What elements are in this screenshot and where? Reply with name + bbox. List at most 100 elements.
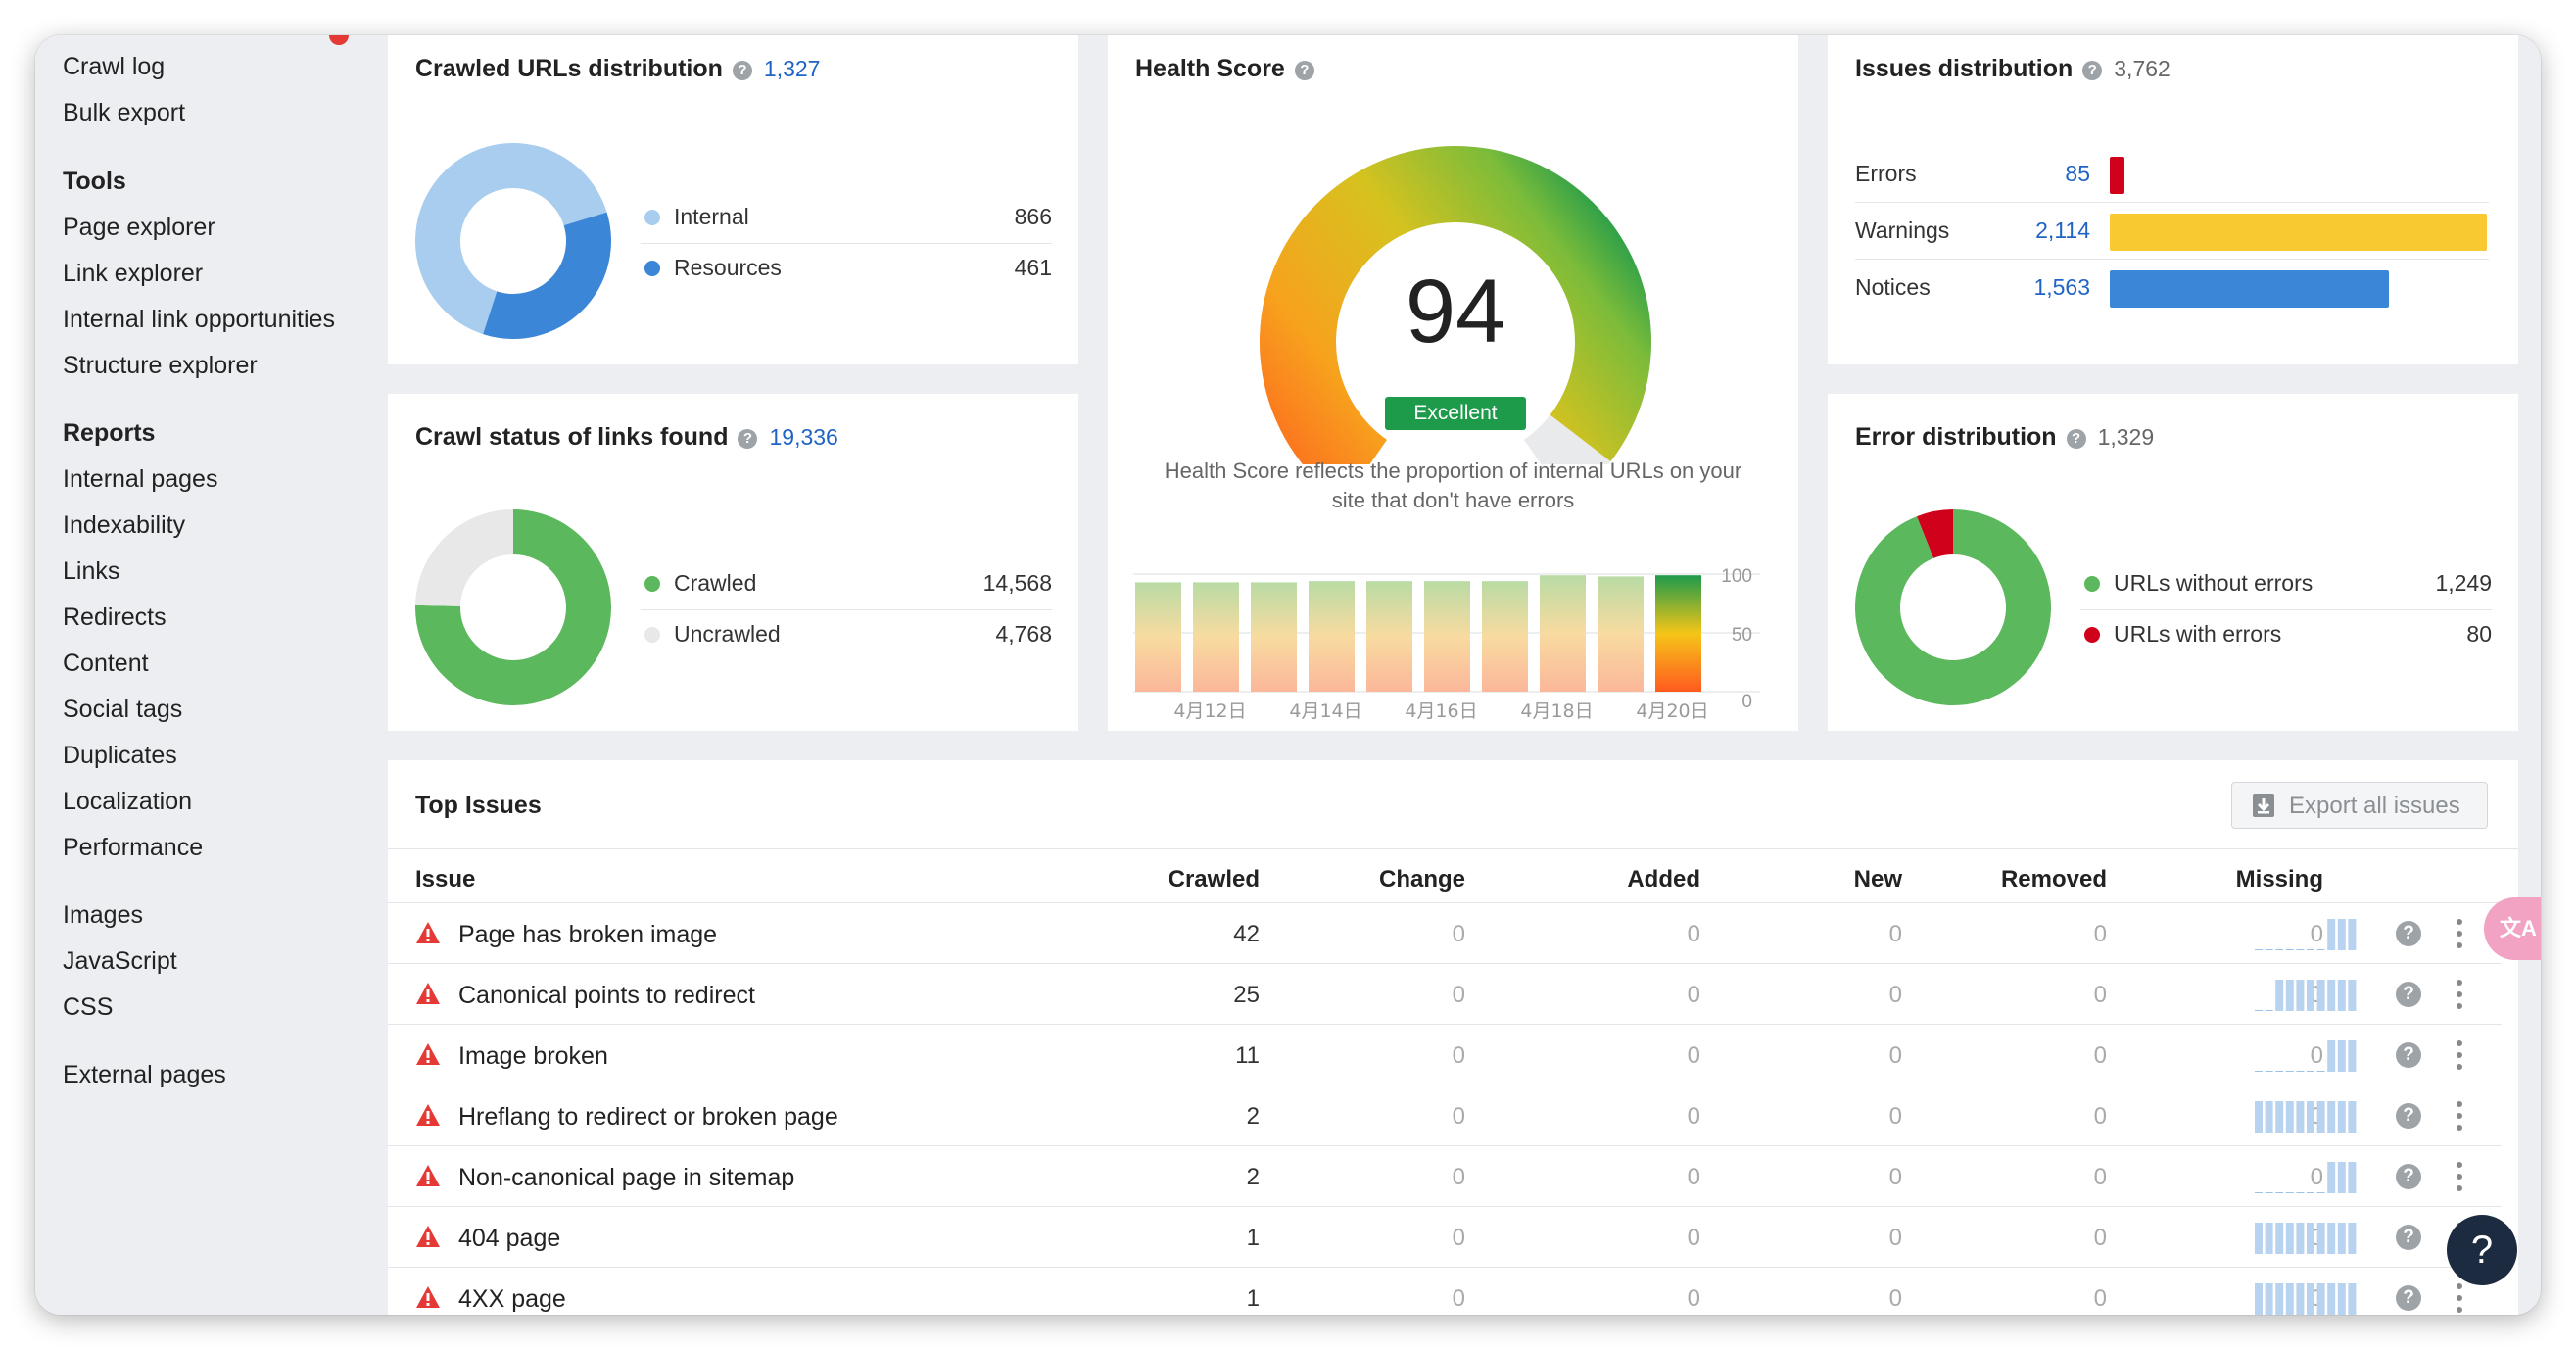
sidebar-item-page-explorer[interactable]: Page explorer <box>63 214 215 242</box>
table-row[interactable]: Non-canonical page in sitemap 2 0 0 0 0 0? <box>388 1145 2502 1207</box>
crawl-status-card: Crawl status of links found? 19,336 Crawl… <box>388 394 1078 731</box>
help-icon[interactable]: ? <box>738 429 758 449</box>
issue-name[interactable]: 404 page <box>458 1225 560 1253</box>
more-options-icon[interactable] <box>2457 1162 2462 1191</box>
legend-row-uncrawled[interactable]: Uncrawled 4,768 <box>641 609 1052 660</box>
issues-row-warnings[interactable]: Warnings 2,114 <box>1855 202 2489 260</box>
sidebar-item-redirects[interactable]: Redirects <box>63 603 167 632</box>
issue-help-icon[interactable]: ? <box>2396 1042 2421 1068</box>
help-icon[interactable]: ? <box>2082 61 2103 80</box>
table-row[interactable]: Image broken 11 0 0 0 0 0? <box>388 1024 2502 1085</box>
history-x-label: 4月14日 <box>1289 700 1361 721</box>
history-bar <box>1309 581 1355 692</box>
issues-row-errors[interactable]: Errors 85 <box>1855 145 2489 203</box>
sidebar-item-indexability[interactable]: Indexability <box>63 511 185 540</box>
table-row[interactable]: Hreflang to redirect or broken page 2 0 0 0 0… <box>388 1085 2502 1146</box>
legend-value: 14,568 <box>982 570 1052 596</box>
legend-row-crawled[interactable]: Crawled 14,568 <box>641 558 1052 610</box>
issue-help-icon[interactable]: ? <box>2396 1225 2421 1250</box>
col-new[interactable]: New <box>1755 866 1902 893</box>
sidebar-item-localization[interactable]: Localization <box>63 788 192 816</box>
help-chat-button[interactable]: ? <box>2447 1215 2517 1285</box>
table-row[interactable]: Page has broken image 42 0 0 0 0 0? <box>388 902 2502 964</box>
sidebar-item-duplicates[interactable]: Duplicates <box>63 742 177 770</box>
export-all-issues-button[interactable]: Export all issues <box>2231 782 2488 829</box>
issue-help-icon[interactable]: ? <box>2396 1103 2421 1129</box>
more-options-icon[interactable] <box>2457 1101 2462 1131</box>
issue-name[interactable]: Page has broken image <box>458 921 717 949</box>
cell-removed: 0 <box>2093 921 2107 947</box>
issue-type-bar <box>2110 270 2389 308</box>
more-options-icon[interactable] <box>2457 919 2462 948</box>
issue-name[interactable]: Hreflang to redirect or broken page <box>458 1103 838 1132</box>
crawl-status-donut <box>415 509 611 705</box>
sidebar-item-performance[interactable]: Performance <box>63 834 203 862</box>
sidebar-item-javascript[interactable]: JavaScript <box>63 947 177 976</box>
cell-crawled[interactable]: 1 <box>1113 1285 1260 1313</box>
issues-distribution-card: Issues distribution? 3,762 Errors 85 Warn… <box>1828 35 2518 364</box>
sidebar-item-external-pages[interactable]: External pages <box>63 1061 226 1089</box>
more-options-icon[interactable] <box>2457 980 2462 1009</box>
help-icon[interactable]: ? <box>1294 61 1314 80</box>
issue-help-icon[interactable]: ? <box>2396 921 2421 946</box>
cell-crawled[interactable]: 2 <box>1113 1103 1260 1131</box>
sidebar-item-bulk-export[interactable]: Bulk export <box>63 99 185 127</box>
total-count[interactable]: 1,327 <box>764 56 821 81</box>
col-missing[interactable]: Missing <box>2176 866 2323 893</box>
warning-icon <box>416 1226 440 1247</box>
sidebar-item-link-explorer[interactable]: Link explorer <box>63 260 203 288</box>
issue-type-count[interactable]: 2,114 <box>1992 217 2090 244</box>
table-row[interactable]: Canonical points to redirect 25 0 0 0 0 0? <box>388 963 2502 1025</box>
sidebar-item-content[interactable]: Content <box>63 650 149 678</box>
cell-crawled[interactable]: 11 <box>1113 1042 1260 1070</box>
more-options-icon[interactable] <box>2457 1040 2462 1070</box>
issue-type-count[interactable]: 85 <box>1992 161 2090 187</box>
more-options-icon[interactable] <box>2457 1283 2462 1313</box>
issue-name[interactable]: Canonical points to redirect <box>458 982 755 1010</box>
warning-icon <box>416 922 440 943</box>
sidebar-item-crawl-log[interactable]: Crawl log <box>63 53 165 81</box>
issue-name[interactable]: Non-canonical page in sitemap <box>458 1164 794 1192</box>
issue-name[interactable]: 4XX page <box>458 1285 566 1314</box>
col-added[interactable]: Added <box>1553 866 1700 893</box>
sidebar-item-social-tags[interactable]: Social tags <box>63 696 182 724</box>
sidebar-item-structure-explorer[interactable]: Structure explorer <box>63 352 258 380</box>
sidebar-item-links[interactable]: Links <box>63 557 119 586</box>
legend-row-resources[interactable]: Resources 461 <box>641 243 1052 294</box>
help-icon[interactable]: ? <box>2066 429 2086 449</box>
issue-help-icon[interactable]: ? <box>2396 1164 2421 1189</box>
col-change[interactable]: Change <box>1318 866 1465 893</box>
table-row[interactable]: 4XX page 1 0 0 0 0 0? <box>388 1267 2502 1315</box>
col-crawled[interactable]: Crawled <box>1113 866 1260 893</box>
translate-icon[interactable]: 文A <box>2484 897 2541 960</box>
cell-change: 0 <box>1452 982 1465 1008</box>
legend-label: Resources <box>674 255 782 280</box>
sidebar-item-internal-pages[interactable]: Internal pages <box>63 465 217 494</box>
cell-crawled[interactable]: 2 <box>1113 1164 1260 1191</box>
donut-slice-resources <box>483 212 611 339</box>
total-count[interactable]: 19,336 <box>769 424 837 450</box>
issues-row-notices[interactable]: Notices 1,563 <box>1855 259 2489 315</box>
cell-crawled[interactable]: 1 <box>1113 1225 1260 1252</box>
col-removed[interactable]: Removed <box>1960 866 2107 893</box>
sidebar-item-internal-link-opportunities[interactable]: Internal link opportunities <box>63 306 335 334</box>
sidebar-item-css[interactable]: CSS <box>63 993 113 1022</box>
issue-help-icon[interactable]: ? <box>2396 1285 2421 1311</box>
cell-new: 0 <box>1888 1225 1902 1251</box>
legend-row-urls-with-errors[interactable]: URLs with errors 80 <box>2080 609 2492 660</box>
cell-crawled[interactable]: 42 <box>1113 921 1260 948</box>
cell-crawled[interactable]: 25 <box>1113 982 1260 1009</box>
col-issue[interactable]: Issue <box>415 866 475 893</box>
cell-removed: 0 <box>2093 1225 2107 1251</box>
sidebar-item-images[interactable]: Images <box>63 901 143 930</box>
table-row[interactable]: 404 page 1 0 0 0 0 0? <box>388 1206 2502 1268</box>
issue-name[interactable]: Image broken <box>458 1042 608 1071</box>
issue-type-count[interactable]: 1,563 <box>1992 274 2090 301</box>
legend-row-internal[interactable]: Internal 866 <box>641 192 1052 244</box>
issue-help-icon[interactable]: ? <box>2396 982 2421 1007</box>
total-count: 3,762 <box>2114 56 2171 81</box>
legend-row-urls-without-errors[interactable]: URLs without errors 1,249 <box>2080 558 2492 610</box>
help-icon[interactable]: ? <box>732 61 752 80</box>
trend-sparkline <box>2255 1162 2357 1193</box>
export-icon <box>2253 794 2274 817</box>
